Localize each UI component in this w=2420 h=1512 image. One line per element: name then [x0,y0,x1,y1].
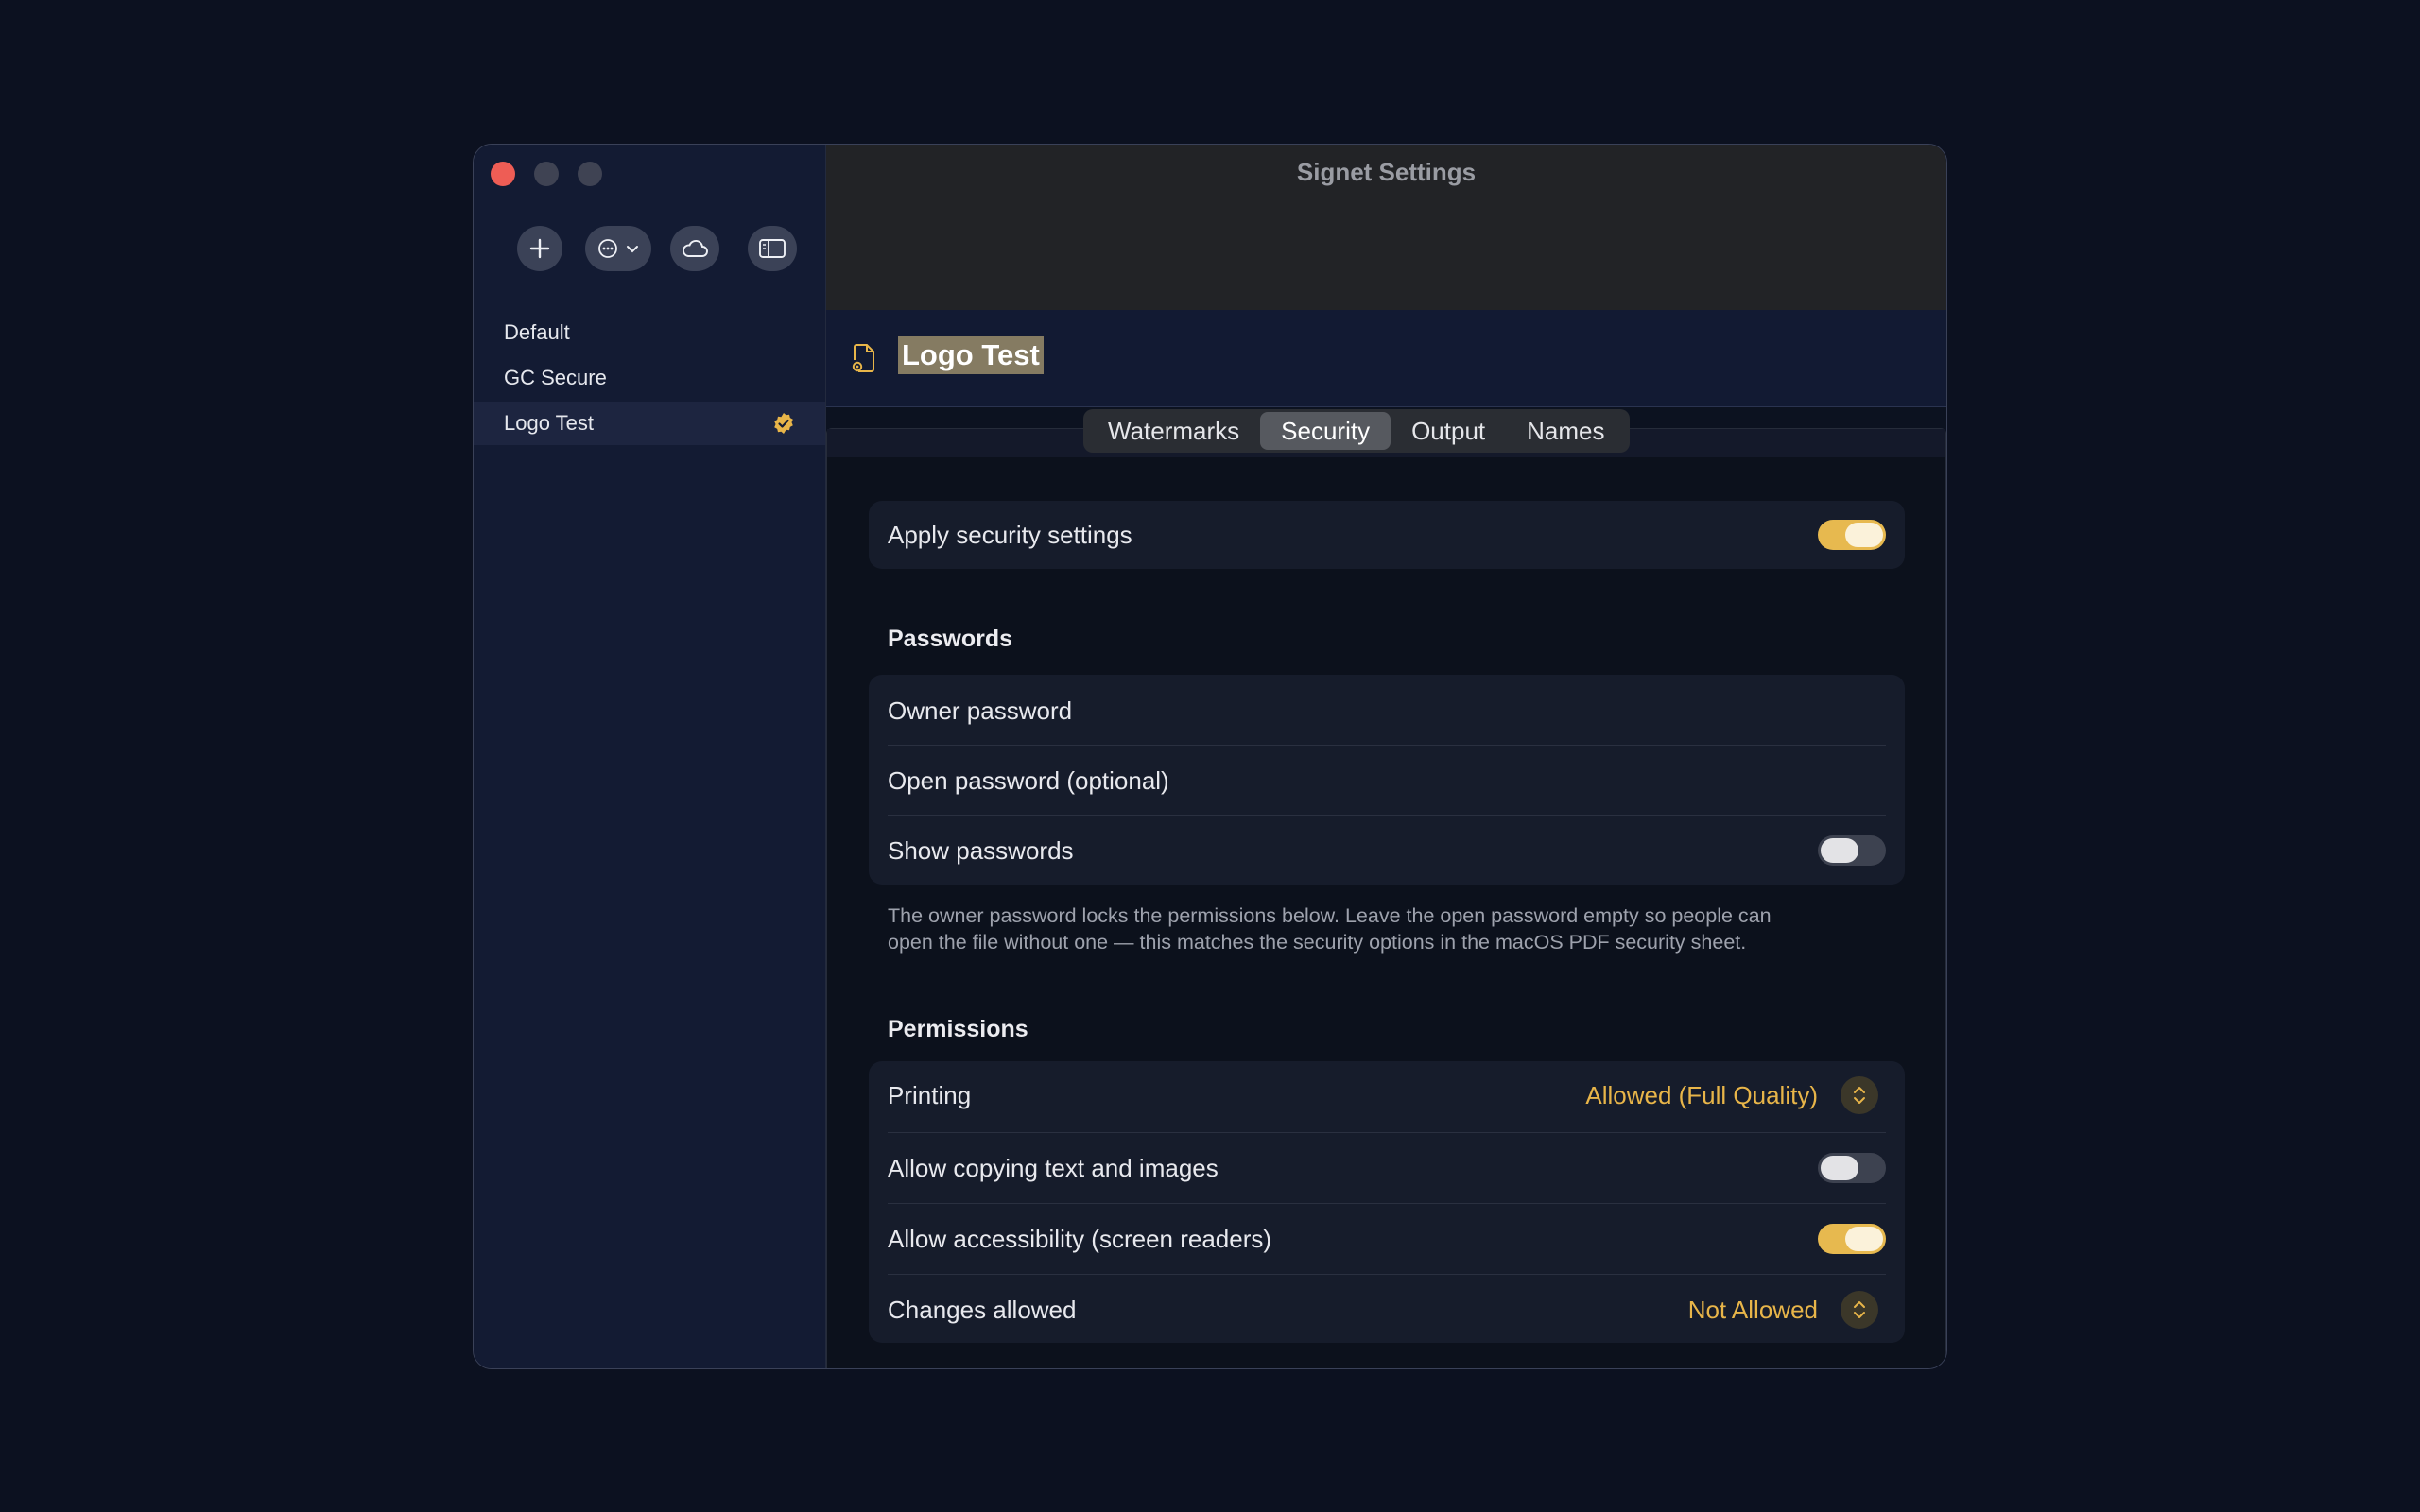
tab-bar: Watermarks Security Output Names [1083,409,1630,453]
sidebar-item-gc-secure[interactable]: GC Secure [474,356,825,400]
apply-security-row: Apply security settings [869,501,1905,569]
allow-accessibility-label: Allow accessibility (screen readers) [888,1224,1272,1253]
add-profile-button[interactable] [517,226,562,271]
allow-copying-toggle[interactable] [1818,1153,1886,1183]
allow-accessibility-toggle[interactable] [1818,1224,1886,1254]
changes-allowed-label: Changes allowed [888,1295,1077,1324]
divider [888,1203,1886,1204]
passwords-card: Owner password Open password (optional) … [869,675,1905,885]
open-password-label: Open password (optional) [888,765,1169,795]
allow-accessibility-row: Allow accessibility (screen readers) [869,1205,1905,1273]
toggle-sidebar-button[interactable] [748,226,797,271]
plus-icon [529,238,550,259]
close-window-button[interactable] [491,162,515,186]
checkmark-seal-icon [774,413,793,434]
chevron-up-down-icon [1854,1087,1865,1104]
password-help-note: The owner password locks the permissions… [888,904,1772,954]
cloud-icon [683,239,708,257]
printing-row: Printing Allowed (Full Quality) [869,1061,1905,1129]
tab-watermarks[interactable]: Watermarks [1087,412,1260,450]
window-title: Signet Settings [1296,158,1477,186]
changes-allowed-row: Changes allowed Not Allowed [869,1276,1905,1344]
owner-password-label: Owner password [888,696,1073,725]
document-gear-icon [852,344,874,372]
allow-copying-row: Allow copying text and images [869,1134,1905,1202]
title-bar: Signet Settings [826,145,1946,310]
printing-label: Printing [888,1080,972,1109]
divider [888,1132,1886,1133]
changes-popup-value[interactable]: Not Allowed [1688,1296,1818,1325]
open-password-field[interactable]: Open password (optional) [869,747,1905,815]
tab-security[interactable]: Security [1260,412,1392,450]
tab-output[interactable]: Output [1391,412,1506,450]
allow-copying-label: Allow copying text and images [888,1153,1219,1182]
divider [888,745,1886,746]
permissions-card: Printing Allowed (Full Quality) Allow co… [869,1061,1905,1343]
show-passwords-label: Show passwords [888,835,1074,865]
sidebar: Default GC Secure Logo Test [474,145,826,1368]
ellipsis-circle-icon [598,239,617,258]
sidebar-toggle-icon [759,239,786,258]
sidebar-item-label: Default [504,320,570,344]
profile-name-field[interactable]: Logo Test [898,336,1044,374]
sidebar-item-default[interactable]: Default [474,311,825,354]
main-pane: Signet Settings Logo Test Apply security… [826,145,1946,1368]
cloud-sync-button[interactable] [670,226,719,271]
apply-security-label: Apply security settings [888,520,1132,549]
chevron-up-down-icon [1854,1301,1865,1318]
more-actions-button[interactable] [585,226,651,271]
sidebar-item-label: GC Secure [504,366,607,389]
show-passwords-row: Show passwords [869,816,1905,885]
changes-popup-button[interactable] [1841,1291,1878,1329]
show-passwords-toggle[interactable] [1818,835,1886,866]
printing-popup-button[interactable] [1841,1076,1878,1114]
chevron-down-icon [627,246,638,253]
sidebar-item-logo-test[interactable]: Logo Test [474,402,825,445]
permissions-section-title: Permissions [888,1016,1028,1042]
sidebar-item-label: Logo Test [504,411,595,435]
divider [888,1274,1886,1275]
tab-names[interactable]: Names [1506,412,1625,450]
printing-popup-value[interactable]: Allowed (Full Quality) [1585,1081,1818,1110]
owner-password-field[interactable]: Owner password [869,677,1905,745]
apply-security-toggle[interactable] [1818,520,1886,550]
zoom-window-button[interactable] [578,162,602,186]
passwords-section-title: Passwords [888,626,1013,652]
apply-security-card-front: Apply security settings [869,501,1905,569]
minimize-window-button[interactable] [534,162,559,186]
settings-window: Default GC Secure Logo Test Signet Setti… [473,144,1947,1369]
profile-header: Logo Test [826,310,1946,407]
divider [888,815,1886,816]
